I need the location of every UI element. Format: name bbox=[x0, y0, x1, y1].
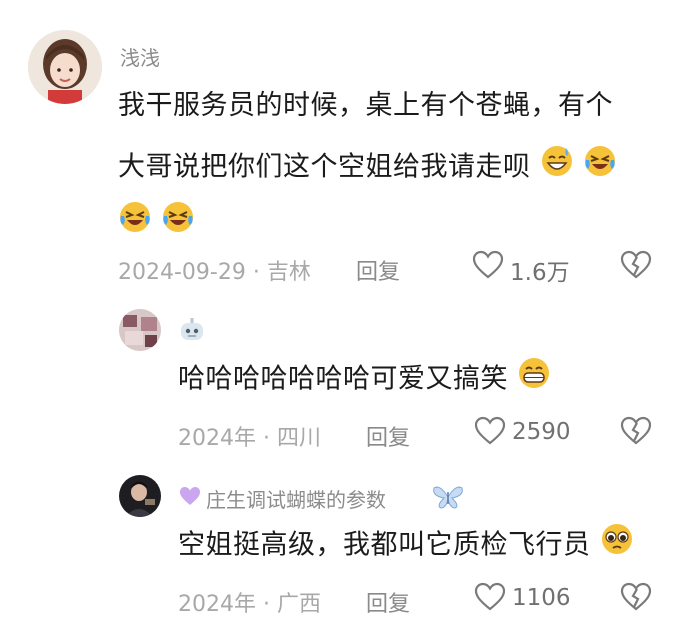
reply-button[interactable]: 回复 bbox=[356, 254, 400, 286]
reply-text-content: 哈哈哈哈哈哈哈可爱又搞笑 bbox=[178, 363, 508, 395]
rolling-laughing-emoji bbox=[118, 200, 152, 248]
comment-text-line: 我干服务员的时候，桌上有个苍蝇，有个 bbox=[118, 90, 613, 121]
meta-separator: · bbox=[263, 426, 270, 451]
reply-location: 广西 bbox=[277, 592, 322, 617]
avatar[interactable] bbox=[28, 30, 102, 104]
reply-text: 哈哈哈哈哈哈哈可爱又搞笑 bbox=[178, 356, 678, 404]
butterfly-icon bbox=[432, 484, 464, 510]
reply-button[interactable]: 回复 bbox=[366, 586, 410, 618]
heart-outline-icon[interactable] bbox=[474, 582, 506, 612]
comment-date: 2024-09-29 bbox=[118, 260, 246, 285]
reply-username[interactable]: 庄生调试蝴蝶的参数 bbox=[206, 484, 386, 513]
broken-heart-icon[interactable] bbox=[620, 582, 652, 612]
like-count: 2590 bbox=[512, 419, 571, 445]
comment-text-line bbox=[118, 200, 678, 248]
heart-outline-icon[interactable] bbox=[474, 416, 506, 446]
pleading-face-emoji bbox=[600, 522, 634, 570]
rolling-laughing-emoji bbox=[161, 200, 195, 248]
heart-outline-icon[interactable] bbox=[472, 250, 504, 280]
reply-meta: 2024年 · 广西 bbox=[178, 586, 321, 618]
reply-date: 2024年 bbox=[178, 426, 256, 451]
meta-separator: · bbox=[263, 592, 270, 617]
reply-text: 空姐挺高级，我都叫它质检飞行员 bbox=[178, 522, 678, 570]
reply-date: 2024年 bbox=[178, 592, 256, 617]
reply-text-content: 空姐挺高级，我都叫它质检飞行员 bbox=[178, 529, 591, 561]
reply-meta: 2024年 · 四川 bbox=[178, 420, 321, 452]
comment-username[interactable]: 浅浅 bbox=[120, 42, 160, 71]
comment-text-line2: 大哥说把你们这个空姐给我请走呗 bbox=[118, 151, 531, 183]
purple-heart-icon bbox=[178, 485, 202, 507]
rolling-laughing-emoji bbox=[583, 144, 617, 192]
broken-heart-icon[interactable] bbox=[620, 250, 652, 280]
robot-badge-icon bbox=[178, 318, 206, 344]
grinning-teeth-emoji bbox=[517, 356, 551, 404]
avatar[interactable] bbox=[119, 309, 161, 351]
reply-button[interactable]: 回复 bbox=[366, 420, 410, 452]
comment-text-line: 大哥说把你们这个空姐给我请走呗 bbox=[118, 144, 678, 192]
avatar[interactable] bbox=[119, 475, 161, 517]
grinning-sweat-emoji bbox=[540, 144, 574, 192]
reply-location: 四川 bbox=[277, 426, 322, 451]
like-count: 1106 bbox=[512, 585, 571, 611]
meta-separator: · bbox=[252, 260, 260, 285]
comment-meta: 2024-09-29 · 吉林 bbox=[118, 254, 311, 286]
comment-location: 吉林 bbox=[266, 260, 311, 285]
comment-text: 我干服务员的时候，桌上有个苍蝇，有个 大哥说把你们这个空姐给我请走呗 bbox=[118, 84, 678, 248]
like-count: 1.6万 bbox=[510, 260, 570, 286]
broken-heart-icon[interactable] bbox=[620, 416, 652, 446]
